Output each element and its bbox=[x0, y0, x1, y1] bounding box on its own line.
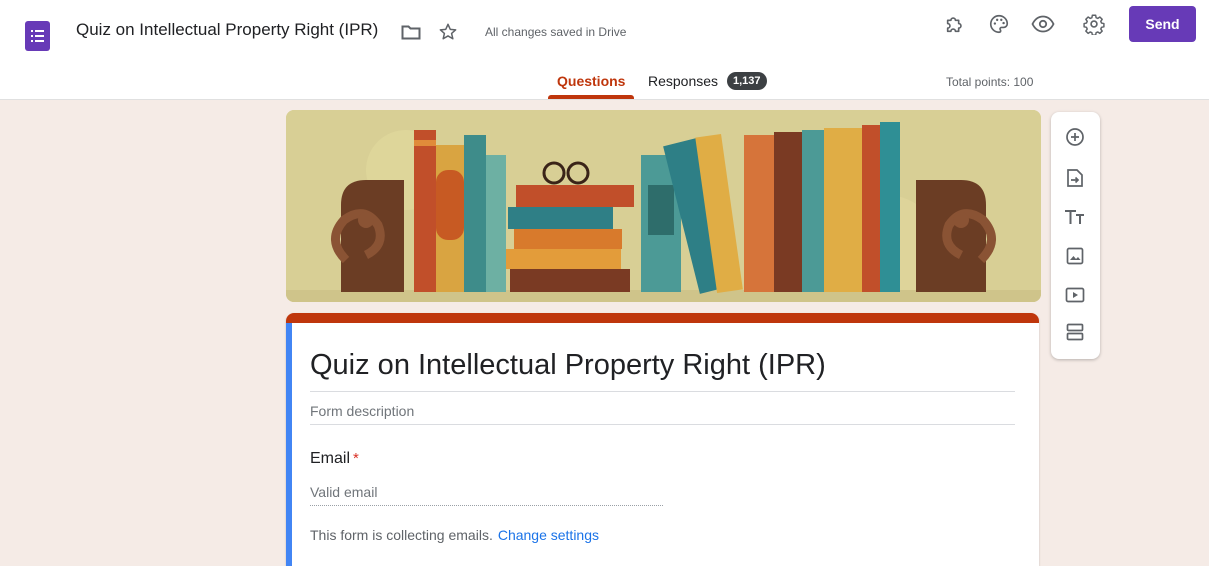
settings-gear-icon[interactable] bbox=[1081, 11, 1107, 37]
required-asterisk: * bbox=[353, 450, 359, 467]
google-forms-editor: Quiz on Intellectual Property Right (IPR… bbox=[0, 0, 1209, 566]
tab-responses[interactable]: Responses bbox=[648, 73, 718, 89]
email-label-text: Email bbox=[310, 450, 351, 467]
google-forms-icon[interactable] bbox=[25, 21, 50, 51]
addon-puzzle-icon[interactable] bbox=[942, 11, 968, 37]
active-tab-indicator bbox=[548, 95, 634, 99]
import-questions-icon[interactable] bbox=[1062, 165, 1088, 191]
palette-icon[interactable] bbox=[986, 11, 1012, 37]
folder-icon[interactable] bbox=[400, 22, 422, 42]
change-settings-link[interactable]: Change settings bbox=[498, 527, 599, 543]
add-video-icon[interactable] bbox=[1062, 282, 1088, 308]
email-question-label: Email * bbox=[310, 450, 359, 468]
focus-indicator bbox=[286, 323, 292, 566]
notice-text: This form is collecting emails. bbox=[310, 527, 493, 543]
email-field[interactable]: Valid email bbox=[310, 484, 663, 506]
add-title-icon[interactable] bbox=[1062, 204, 1088, 230]
document-title[interactable]: Quiz on Intellectual Property Right (IPR… bbox=[76, 20, 378, 40]
add-section-icon[interactable] bbox=[1062, 319, 1088, 345]
divider bbox=[310, 391, 1015, 392]
floating-toolbar bbox=[1051, 112, 1100, 359]
total-points: Total points: 100 bbox=[946, 75, 1034, 89]
divider bbox=[310, 424, 1015, 425]
form-description-input[interactable]: Form description bbox=[310, 403, 414, 419]
send-button[interactable]: Send bbox=[1129, 6, 1196, 42]
bookshelf-illustration bbox=[286, 110, 1041, 302]
form-title-input[interactable]: Quiz on Intellectual Property Right (IPR… bbox=[310, 349, 826, 382]
preview-eye-icon[interactable] bbox=[1030, 11, 1056, 37]
form-title-card: Quiz on Intellectual Property Right (IPR… bbox=[286, 313, 1039, 566]
add-question-icon[interactable] bbox=[1062, 124, 1088, 150]
header-image[interactable] bbox=[286, 110, 1041, 302]
responses-count-badge: 1,137 bbox=[727, 72, 767, 90]
add-image-icon[interactable] bbox=[1062, 243, 1088, 269]
save-status: All changes saved in Drive bbox=[485, 25, 627, 39]
tab-questions[interactable]: Questions bbox=[557, 73, 625, 89]
star-icon[interactable] bbox=[437, 21, 459, 43]
theme-bar bbox=[286, 313, 1039, 323]
email-collection-notice: This form is collecting emails. Change se… bbox=[310, 527, 599, 543]
top-header: Quiz on Intellectual Property Right (IPR… bbox=[0, 0, 1209, 100]
